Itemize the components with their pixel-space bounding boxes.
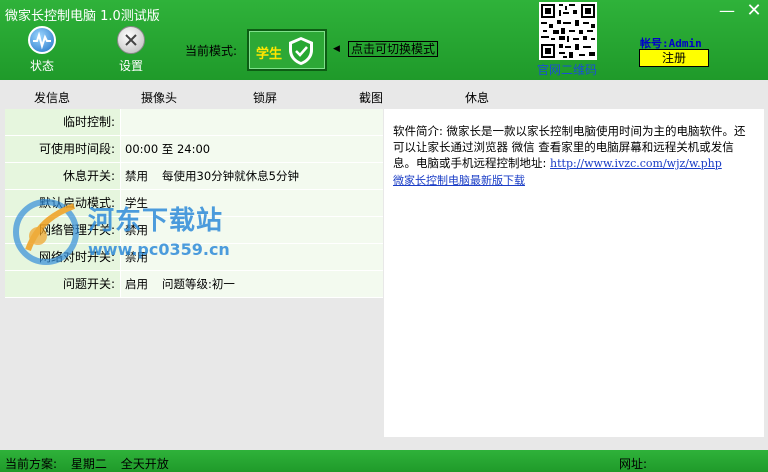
plan-day: 星期二: [70, 457, 107, 471]
register-button[interactable]: 注册: [639, 49, 709, 67]
row-value[interactable]: [121, 109, 383, 135]
row-value: 学生: [121, 190, 383, 216]
qr-code-label: 官网二维码: [537, 63, 598, 77]
settings-table: 临时控制: 可使用时间段: 00:00 至 24:00 休息开关: 禁用 每使用3…: [5, 109, 383, 298]
status-tool-button[interactable]: 状态: [22, 26, 62, 74]
download-link[interactable]: 微家长控制电脑最新版下载: [393, 174, 525, 187]
row-label: 可使用时间段:: [5, 136, 121, 162]
status-tool-label: 状态: [29, 59, 54, 73]
menu-screenshot[interactable]: 截图: [359, 89, 383, 106]
table-row: 网络对时开关: 禁用: [5, 244, 383, 271]
menu-rest[interactable]: 休息: [465, 89, 489, 106]
switch-mode-button[interactable]: 点击可切换模式: [348, 41, 439, 57]
clock-wrench-icon: [117, 26, 145, 54]
row-label: 默认启动模式:: [5, 190, 121, 216]
row-label: 网络对时开关:: [5, 244, 121, 270]
menu-camera[interactable]: 摄像头: [141, 89, 177, 106]
status-bar: 当前方案: 星期二 全天开放 网址: http://www.ivzc.com: [0, 450, 768, 472]
mode-indicator[interactable]: 学生: [247, 29, 327, 71]
row-label: 问题开关:: [5, 271, 121, 297]
row-value: 禁用: [121, 244, 383, 270]
row-value: 启用 问题等级:初一: [121, 271, 383, 297]
row-value: 禁用 每使用30分钟就休息5分钟: [121, 163, 383, 189]
app-window: 微家长控制电脑 1.0测试版 — ✕ 状态 设置 当前模式: 学生 ◀ 点击可切…: [0, 0, 768, 472]
menu-bar: 发信息 摄像头 锁屏 截图 休息: [0, 85, 768, 107]
row-label: 临时控制:: [5, 109, 121, 135]
site-address: 网址: http://www.ivzc.com: [619, 457, 648, 471]
row-label: 休息开关:: [5, 163, 121, 189]
mode-value: 学生: [256, 47, 283, 62]
plan-value: 全天开放: [120, 457, 169, 471]
table-row: 临时控制:: [5, 109, 383, 136]
qr-code-image: [539, 2, 597, 60]
settings-tool-button[interactable]: 设置: [111, 26, 151, 74]
header-bar: 微家长控制电脑 1.0测试版 — ✕ 状态 设置 当前模式: 学生 ◀ 点击可切…: [0, 0, 768, 80]
status-plan: 当前方案: 星期二 全天开放: [5, 455, 179, 472]
table-row: 可使用时间段: 00:00 至 24:00: [5, 136, 383, 163]
close-button[interactable]: ✕: [745, 2, 763, 20]
window-title: 微家长控制电脑 1.0测试版: [5, 9, 160, 24]
remote-control-link[interactable]: http://www.ivzc.com/wjz/w.php: [550, 157, 722, 170]
plan-label: 当前方案:: [5, 457, 58, 471]
row-value: 禁用: [121, 217, 383, 243]
row-label: 网络管理开关:: [5, 217, 121, 243]
menu-send-message[interactable]: 发信息: [34, 89, 70, 106]
shield-icon: [289, 37, 313, 65]
row-value: 00:00 至 24:00: [121, 136, 383, 162]
table-row: 默认启动模式: 学生: [5, 190, 383, 217]
mode-arrow-icon: ◀: [333, 44, 340, 54]
monitor-wave-icon: [28, 26, 56, 54]
info-panel: 软件简介: 微家长是一款以家长控制电脑使用时间为主的电脑软件。还可以让家长通过浏…: [384, 109, 764, 437]
table-row: 休息开关: 禁用 每使用30分钟就休息5分钟: [5, 163, 383, 190]
mode-label: 当前模式:: [185, 44, 238, 58]
table-row: 问题开关: 启用 问题等级:初一: [5, 271, 383, 298]
menu-lock-screen[interactable]: 锁屏: [253, 89, 277, 106]
table-row: 网络管理开关: 禁用: [5, 217, 383, 244]
minimize-button[interactable]: —: [718, 2, 736, 20]
settings-tool-label: 设置: [118, 59, 143, 73]
